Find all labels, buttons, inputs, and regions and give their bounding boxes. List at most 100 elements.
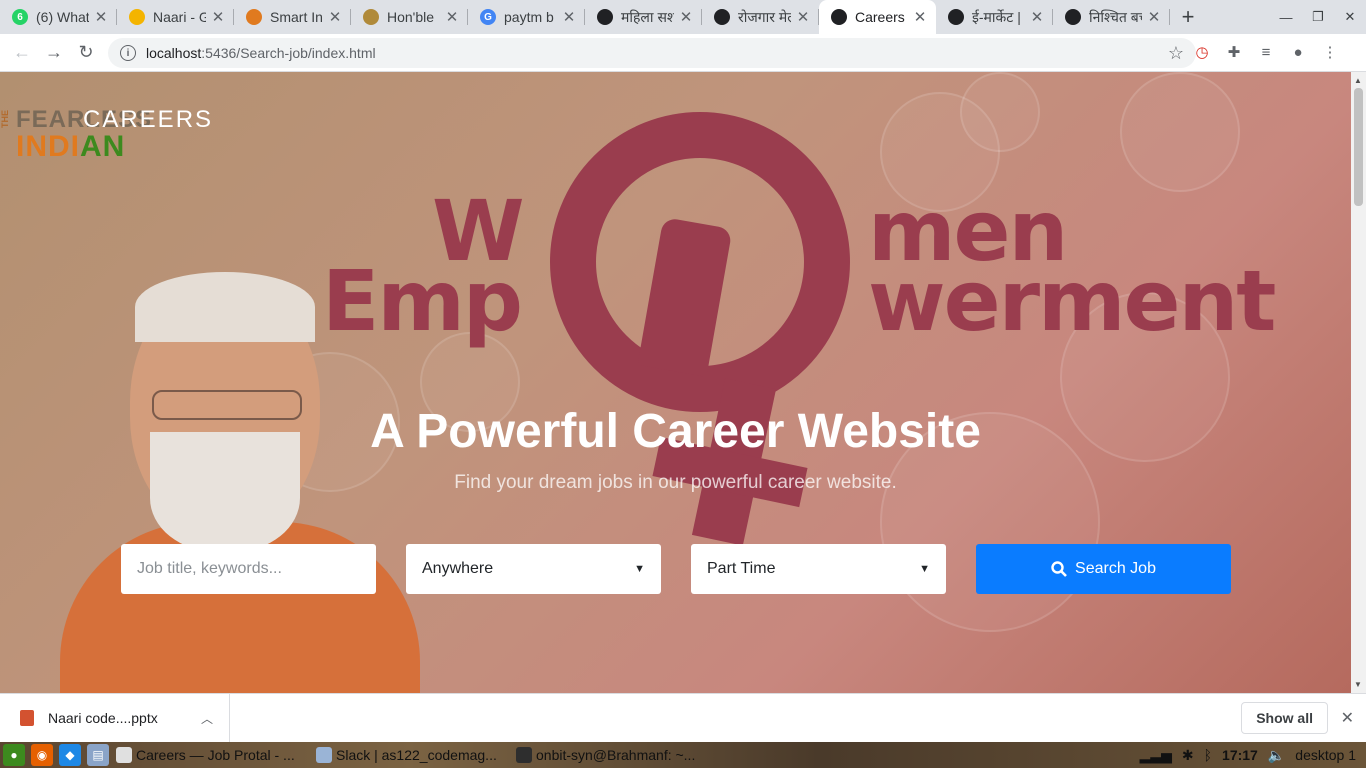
tab-title: ई-मार्केट | [972,8,1021,25]
logo-the: THE [0,110,10,128]
hero-subtitle: Find your dream jobs in our powerful car… [454,472,897,493]
taskbar-task[interactable]: Slack | as122_codemag... [312,742,512,768]
tab-close-icon[interactable]: ✕ [912,8,928,26]
taskbar-task[interactable]: onbit-syn@Brahmanf: ~... [512,742,712,768]
background-bubble [1120,72,1240,192]
tab-close-icon[interactable]: ✕ [444,8,460,26]
reload-button[interactable]: ↻ [70,37,102,69]
tab-close-icon[interactable]: ✕ [210,8,226,26]
tab-title: Smart India [270,9,323,25]
browser-tab[interactable]: Smart India✕ [234,0,351,34]
system-tray: ▂▃▅ ✱ ᛒ 17:17 🔈 desktop 1 [1140,742,1366,768]
tab-favicon-icon [597,9,613,25]
os-taskbar: ● ◉ ◆ ▤ Careers — Job Protal - ... Slack … [0,742,1366,768]
tab-list: 6(6) WhatsApp✕Naari - Google Slides✕Smar… [0,0,1170,34]
browser-tab[interactable]: निश्चित बचत✕ [1053,0,1170,34]
tab-close-icon[interactable]: ✕ [795,8,811,26]
task-app-icon [116,747,132,763]
browser-tab[interactable]: ई-मार्केट | ✕ [936,0,1053,34]
volume-icon[interactable]: 🔈 [1268,747,1285,764]
task-app-icon [316,747,332,763]
chevron-up-icon[interactable]: ︿ [201,710,213,727]
app-menu-icon[interactable]: ● [3,744,25,766]
site-info-icon[interactable]: i [120,45,136,61]
clock-time[interactable]: 17:17 [1222,747,1258,763]
vscode-icon[interactable]: ◆ [59,744,81,766]
browser-toolbar: ← → ↻ i localhost :5436/Search-job/index… [0,34,1366,72]
logo-indian: INDIAN [16,130,125,164]
chevron-down-icon: ▼ [634,563,645,575]
tab-favicon-icon [714,9,730,25]
tab-close-icon[interactable]: ✕ [327,8,343,26]
network-signal-icon[interactable]: ▂▃▅ [1140,747,1172,764]
browser-tab[interactable]: महिला सशक्तिकरण✕ [585,0,702,34]
browser-tab[interactable]: Hon'ble ✕ [351,0,468,34]
tab-close-icon[interactable]: ✕ [1146,8,1162,26]
back-button[interactable]: ← [6,37,38,69]
tab-close-icon[interactable]: ✕ [93,8,109,26]
forward-button[interactable]: → [38,37,70,69]
browser-tab[interactable]: Naari - Google Slides✕ [117,0,234,34]
scroll-thumb[interactable] [1354,88,1363,206]
scroll-up-arrow-icon[interactable]: ▲ [1354,76,1362,85]
firefox-icon[interactable]: ◉ [31,744,53,766]
browser-tab[interactable]: Gpaytm b ✕ [468,0,585,34]
browser-tab[interactable]: Careers ✕ [819,0,936,34]
timer-extension-icon[interactable]: ◷ [1190,40,1214,64]
url-path: :5436/Search-job/index.html [201,45,376,61]
bookmark-star-icon[interactable]: ☆ [1168,43,1184,64]
extension-area: ◷ ✚ ≡ ● ⋮ [1190,40,1342,64]
bluetooth-icon[interactable]: ᛒ [1204,747,1212,763]
tab-favicon-icon: 6 [12,9,28,25]
slack-tray-icon[interactable]: ✱ [1182,747,1194,764]
keyword-search-input[interactable]: Job title, keywords... [121,544,376,594]
tab-title: Naari - Google Slides [153,9,206,25]
restore-icon[interactable]: ❐ [1302,0,1334,34]
close-window-icon[interactable]: ✕ [1334,0,1366,34]
tab-close-icon[interactable]: ✕ [1029,8,1045,26]
job-type-value: Part Time [707,560,776,577]
address-bar[interactable]: i localhost :5436/Search-job/index.html … [108,38,1196,68]
browser-tab[interactable]: 6 (6) WhatsApp✕ [0,0,117,34]
download-item[interactable]: Naari code....pptx ︿ [0,693,230,743]
browser-tab[interactable]: रोजगार मेला✕ [702,0,819,34]
close-icon[interactable]: ✕ [1341,708,1354,728]
web-page: W Emp men werment THE FEARLESS INDIAN CA… [0,72,1351,693]
tab-favicon-icon [129,9,145,25]
taskbar-task[interactable]: Careers — Job Protal - ... [112,742,312,768]
search-icon [1051,561,1067,577]
window-controls: — ❐ ✕ [1270,0,1366,34]
download-file-name: Naari code....pptx [48,710,158,726]
tab-title: Hon'ble [387,9,435,25]
hero-title: A Powerful Career Website [370,405,981,458]
tab-favicon-icon [246,9,262,25]
new-tab-button[interactable]: + [1170,0,1206,34]
scroll-down-arrow-icon[interactable]: ▼ [1354,680,1362,689]
extensions-puzzle-icon[interactable]: ✚ [1222,40,1246,64]
search-job-label: Search Job [1075,560,1156,577]
tab-close-icon[interactable]: ✕ [561,8,577,26]
location-value: Anywhere [422,560,494,577]
brand-careers-link[interactable]: CAREERS [83,106,213,134]
page-scrollbar[interactable]: ▲ ▼ [1351,72,1366,693]
tab-title: रोजगार मेला [738,8,791,25]
media-control-icon[interactable]: ≡ [1254,40,1278,64]
logo-indian-green: AN [80,130,126,163]
location-select[interactable]: Anywhere ▼ [406,544,661,594]
tab-title: (6) WhatsApp [36,9,89,25]
url-host: localhost [146,45,202,61]
menu-kebab-icon[interactable]: ⋮ [1318,40,1342,64]
banner-word-werment: werment [868,252,1276,350]
profile-avatar-icon[interactable]: ● [1286,40,1310,64]
pptx-file-icon [20,710,34,726]
search-job-button[interactable]: Search Job [976,544,1231,594]
task-label: onbit-syn@Brahmanf: ~... [536,747,696,763]
minimize-icon[interactable]: — [1270,0,1302,34]
task-list: Careers — Job Protal - ... Slack | as122_… [112,742,712,768]
show-all-button[interactable]: Show all [1241,702,1328,734]
desktop-label[interactable]: desktop 1 [1295,747,1356,763]
file-manager-icon[interactable]: ▤ [87,744,109,766]
chevron-down-icon: ▼ [919,563,930,575]
job-type-select[interactable]: Part Time ▼ [691,544,946,594]
tab-close-icon[interactable]: ✕ [678,8,694,26]
